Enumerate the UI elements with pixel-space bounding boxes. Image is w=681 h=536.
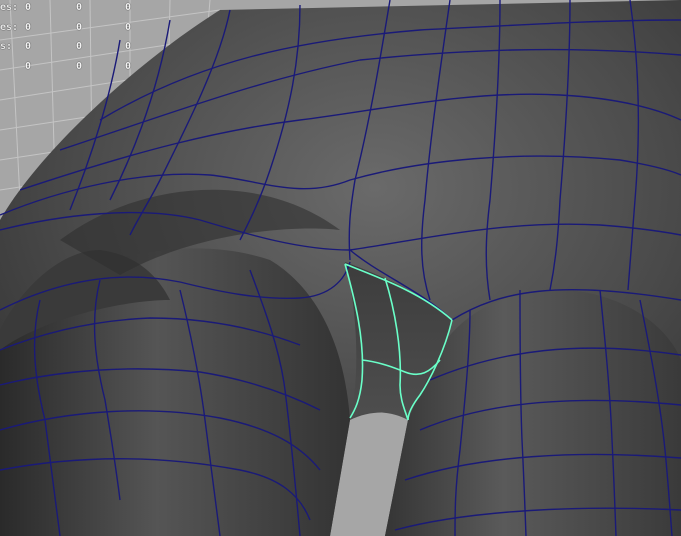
hud-value: 0 xyxy=(125,41,132,52)
hud-value: 0 xyxy=(76,61,83,72)
viewport-scene[interactable] xyxy=(0,0,681,536)
hud-value: 0 xyxy=(25,2,32,13)
hud-value: 0 xyxy=(76,2,83,13)
3d-viewport[interactable]: es: 0 0 0 es: 0 0 0 s: 0 0 0 0 0 0 xyxy=(0,0,681,536)
hud-value: 0 xyxy=(25,61,32,72)
hud-value: 0 xyxy=(125,2,132,13)
hud-row: es: 0 0 0 xyxy=(0,22,150,36)
hud-value: 0 xyxy=(125,61,132,72)
hud-value: 0 xyxy=(25,22,32,33)
hud-row: es: 0 0 0 xyxy=(0,2,150,16)
hud-value: 0 xyxy=(76,41,83,52)
hud-row: 0 0 0 xyxy=(0,61,150,75)
hud-label: es: xyxy=(0,2,19,13)
hud-value: 0 xyxy=(76,22,83,33)
hud-label: es: xyxy=(0,22,19,33)
hud-label: s: xyxy=(0,41,13,52)
hud-value: 0 xyxy=(25,41,32,52)
poly-count-hud: es: 0 0 0 es: 0 0 0 s: 0 0 0 0 0 0 xyxy=(0,0,150,80)
hud-value: 0 xyxy=(125,22,132,33)
hud-row: s: 0 0 0 xyxy=(0,41,150,55)
